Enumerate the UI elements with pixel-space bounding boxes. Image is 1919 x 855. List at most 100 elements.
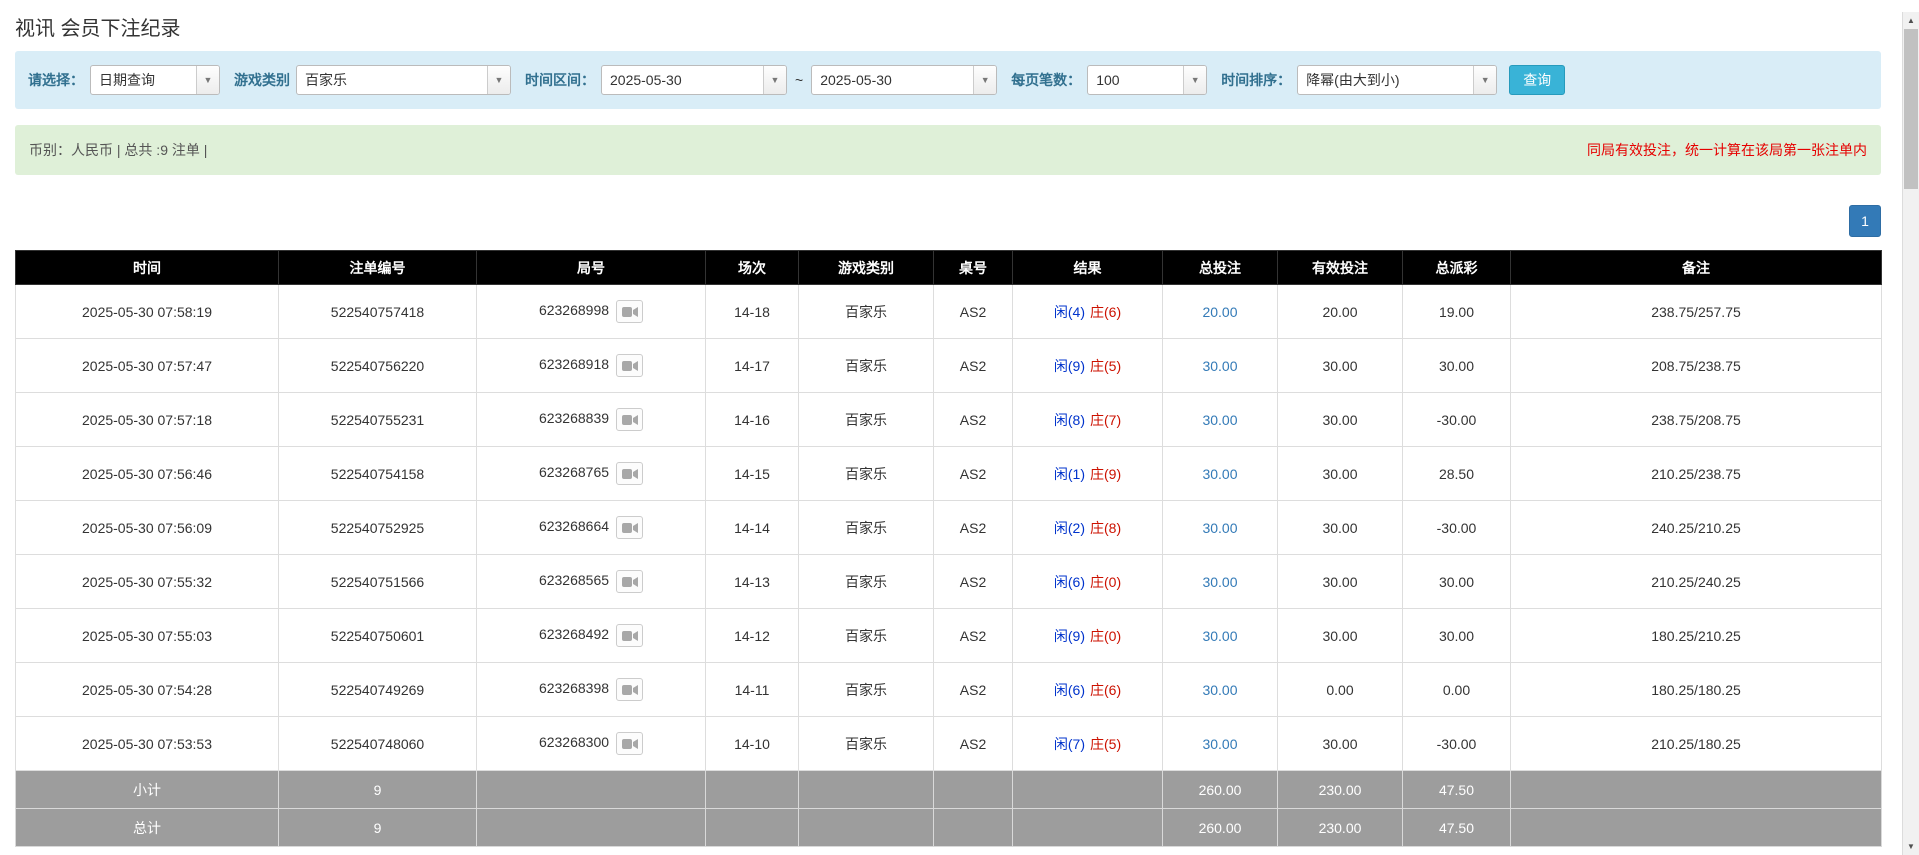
total-bet-link[interactable]: 30.00 bbox=[1202, 412, 1237, 428]
round-number: 623268565 bbox=[539, 572, 609, 588]
subtotal-payout: 47.50 bbox=[1403, 771, 1511, 809]
video-replay-icon[interactable] bbox=[616, 678, 643, 701]
video-replay-icon[interactable] bbox=[616, 570, 643, 593]
date-to-select[interactable]: 2025-05-30 ▼ bbox=[811, 65, 997, 95]
cell-remark: 208.75/238.75 bbox=[1511, 339, 1882, 393]
cell-bet-id: 522540754158 bbox=[279, 447, 477, 501]
cell-result: 闲(1)庄(9) bbox=[1013, 447, 1163, 501]
total-bet-link[interactable]: 30.00 bbox=[1202, 520, 1237, 536]
cell-table-no: AS2 bbox=[934, 501, 1013, 555]
vertical-scrollbar[interactable]: ▲ ▼ bbox=[1902, 12, 1919, 855]
game-type-value: 百家乐 bbox=[297, 66, 487, 94]
table-row: 2025-05-30 07:54:28 522540749269 6232683… bbox=[16, 663, 1882, 717]
filter-bar: 请选择： 日期查询 ▼ 游戏类别 百家乐 ▼ 时间区间： 2025-05-30 … bbox=[15, 51, 1881, 109]
scrollbar-up-arrow-icon[interactable]: ▲ bbox=[1903, 12, 1919, 29]
result-banker: 庄(0) bbox=[1090, 628, 1121, 644]
scrollbar-down-arrow-icon[interactable]: ▼ bbox=[1903, 838, 1919, 855]
cell-result: 闲(6)庄(6) bbox=[1013, 663, 1163, 717]
table-totals: 小计 9 260.00 230.00 47.50 总计 9 260.00 230… bbox=[16, 771, 1882, 847]
cell-payout: 19.00 bbox=[1403, 285, 1511, 339]
table-row: 2025-05-30 07:55:03 522540750601 6232684… bbox=[16, 609, 1882, 663]
chevron-down-icon[interactable]: ▼ bbox=[1183, 66, 1206, 94]
cell-session: 14-14 bbox=[706, 501, 799, 555]
result-banker: 庄(6) bbox=[1090, 682, 1121, 698]
cell-time: 2025-05-30 07:57:18 bbox=[16, 393, 279, 447]
result-banker: 庄(9) bbox=[1090, 466, 1121, 482]
header-payout: 总派彩 bbox=[1403, 251, 1511, 285]
result-banker: 庄(5) bbox=[1090, 736, 1121, 752]
video-replay-icon[interactable] bbox=[616, 624, 643, 647]
cell-remark: 210.25/238.75 bbox=[1511, 447, 1882, 501]
cell-table-no: AS2 bbox=[934, 609, 1013, 663]
chevron-down-icon[interactable]: ▼ bbox=[1473, 66, 1496, 94]
cell-result: 闲(9)庄(5) bbox=[1013, 339, 1163, 393]
total-total-bet: 260.00 bbox=[1163, 809, 1278, 847]
cell-session: 14-15 bbox=[706, 447, 799, 501]
chevron-down-icon[interactable]: ▼ bbox=[763, 66, 786, 94]
cell-game-type: 百家乐 bbox=[799, 285, 934, 339]
chevron-down-icon[interactable]: ▼ bbox=[196, 66, 219, 94]
date-from-value: 2025-05-30 bbox=[602, 66, 763, 94]
cell-valid-bet: 0.00 bbox=[1278, 663, 1403, 717]
cell-payout: 30.00 bbox=[1403, 555, 1511, 609]
page-size-select[interactable]: 100 ▼ bbox=[1087, 65, 1207, 95]
cell-payout: -30.00 bbox=[1403, 393, 1511, 447]
table-row: 2025-05-30 07:57:47 522540756220 6232689… bbox=[16, 339, 1882, 393]
pagination: 1 bbox=[15, 205, 1881, 237]
video-replay-icon[interactable] bbox=[616, 516, 643, 539]
cell-session: 14-17 bbox=[706, 339, 799, 393]
video-replay-icon[interactable] bbox=[616, 300, 643, 323]
round-number: 623268664 bbox=[539, 518, 609, 534]
total-payout: 47.50 bbox=[1403, 809, 1511, 847]
cell-round: 623268398 bbox=[477, 663, 706, 717]
cell-total-bet: 20.00 bbox=[1163, 285, 1278, 339]
video-replay-icon[interactable] bbox=[616, 408, 643, 431]
total-bet-link[interactable]: 30.00 bbox=[1202, 628, 1237, 644]
cell-game-type: 百家乐 bbox=[799, 501, 934, 555]
cell-session: 14-12 bbox=[706, 609, 799, 663]
cell-result: 闲(8)庄(7) bbox=[1013, 393, 1163, 447]
sort-label: 时间排序： bbox=[1221, 70, 1291, 90]
chevron-down-icon[interactable]: ▼ bbox=[487, 66, 510, 94]
subtotal-valid-bet: 230.00 bbox=[1278, 771, 1403, 809]
video-replay-icon[interactable] bbox=[616, 732, 643, 755]
total-bet-link[interactable]: 30.00 bbox=[1202, 466, 1237, 482]
total-bet-link[interactable]: 30.00 bbox=[1202, 574, 1237, 590]
table-body: 2025-05-30 07:58:19 522540757418 6232689… bbox=[16, 285, 1882, 771]
total-bet-link[interactable]: 20.00 bbox=[1202, 304, 1237, 320]
cell-table-no: AS2 bbox=[934, 717, 1013, 771]
video-replay-icon[interactable] bbox=[616, 462, 643, 485]
query-type-select[interactable]: 日期查询 ▼ bbox=[90, 65, 220, 95]
cell-remark: 210.25/180.25 bbox=[1511, 717, 1882, 771]
total-bet-link[interactable]: 30.00 bbox=[1202, 682, 1237, 698]
cell-total-bet: 30.00 bbox=[1163, 393, 1278, 447]
cell-game-type: 百家乐 bbox=[799, 447, 934, 501]
cell-time: 2025-05-30 07:58:19 bbox=[16, 285, 279, 339]
header-table-no: 桌号 bbox=[934, 251, 1013, 285]
cell-game-type: 百家乐 bbox=[799, 339, 934, 393]
header-result: 结果 bbox=[1013, 251, 1163, 285]
cell-remark: 180.25/180.25 bbox=[1511, 663, 1882, 717]
sort-select[interactable]: 降幂(由大到小) ▼ bbox=[1297, 65, 1497, 95]
chevron-down-icon[interactable]: ▼ bbox=[973, 66, 996, 94]
total-bet-link[interactable]: 30.00 bbox=[1202, 358, 1237, 374]
cell-session: 14-16 bbox=[706, 393, 799, 447]
main-content: 视讯 会员下注纪录 请选择： 日期查询 ▼ 游戏类别 百家乐 ▼ 时间区间： 2… bbox=[15, 12, 1881, 847]
game-type-select[interactable]: 百家乐 ▼ bbox=[296, 65, 511, 95]
video-replay-icon[interactable] bbox=[616, 354, 643, 377]
total-bet-link[interactable]: 30.00 bbox=[1202, 736, 1237, 752]
page-1-button[interactable]: 1 bbox=[1849, 205, 1881, 237]
game-type-label: 游戏类别 bbox=[234, 70, 290, 90]
cell-round: 623268918 bbox=[477, 339, 706, 393]
cell-round: 623268565 bbox=[477, 555, 706, 609]
header-total-bet: 总投注 bbox=[1163, 251, 1278, 285]
cell-payout: 0.00 bbox=[1403, 663, 1511, 717]
date-from-select[interactable]: 2025-05-30 ▼ bbox=[601, 65, 787, 95]
scrollbar-thumb[interactable] bbox=[1904, 29, 1918, 189]
header-valid-bet: 有效投注 bbox=[1278, 251, 1403, 285]
search-button[interactable]: 查询 bbox=[1509, 65, 1565, 95]
header-session: 场次 bbox=[706, 251, 799, 285]
cell-round: 623268839 bbox=[477, 393, 706, 447]
result-player: 闲(7) bbox=[1054, 736, 1085, 752]
cell-game-type: 百家乐 bbox=[799, 663, 934, 717]
